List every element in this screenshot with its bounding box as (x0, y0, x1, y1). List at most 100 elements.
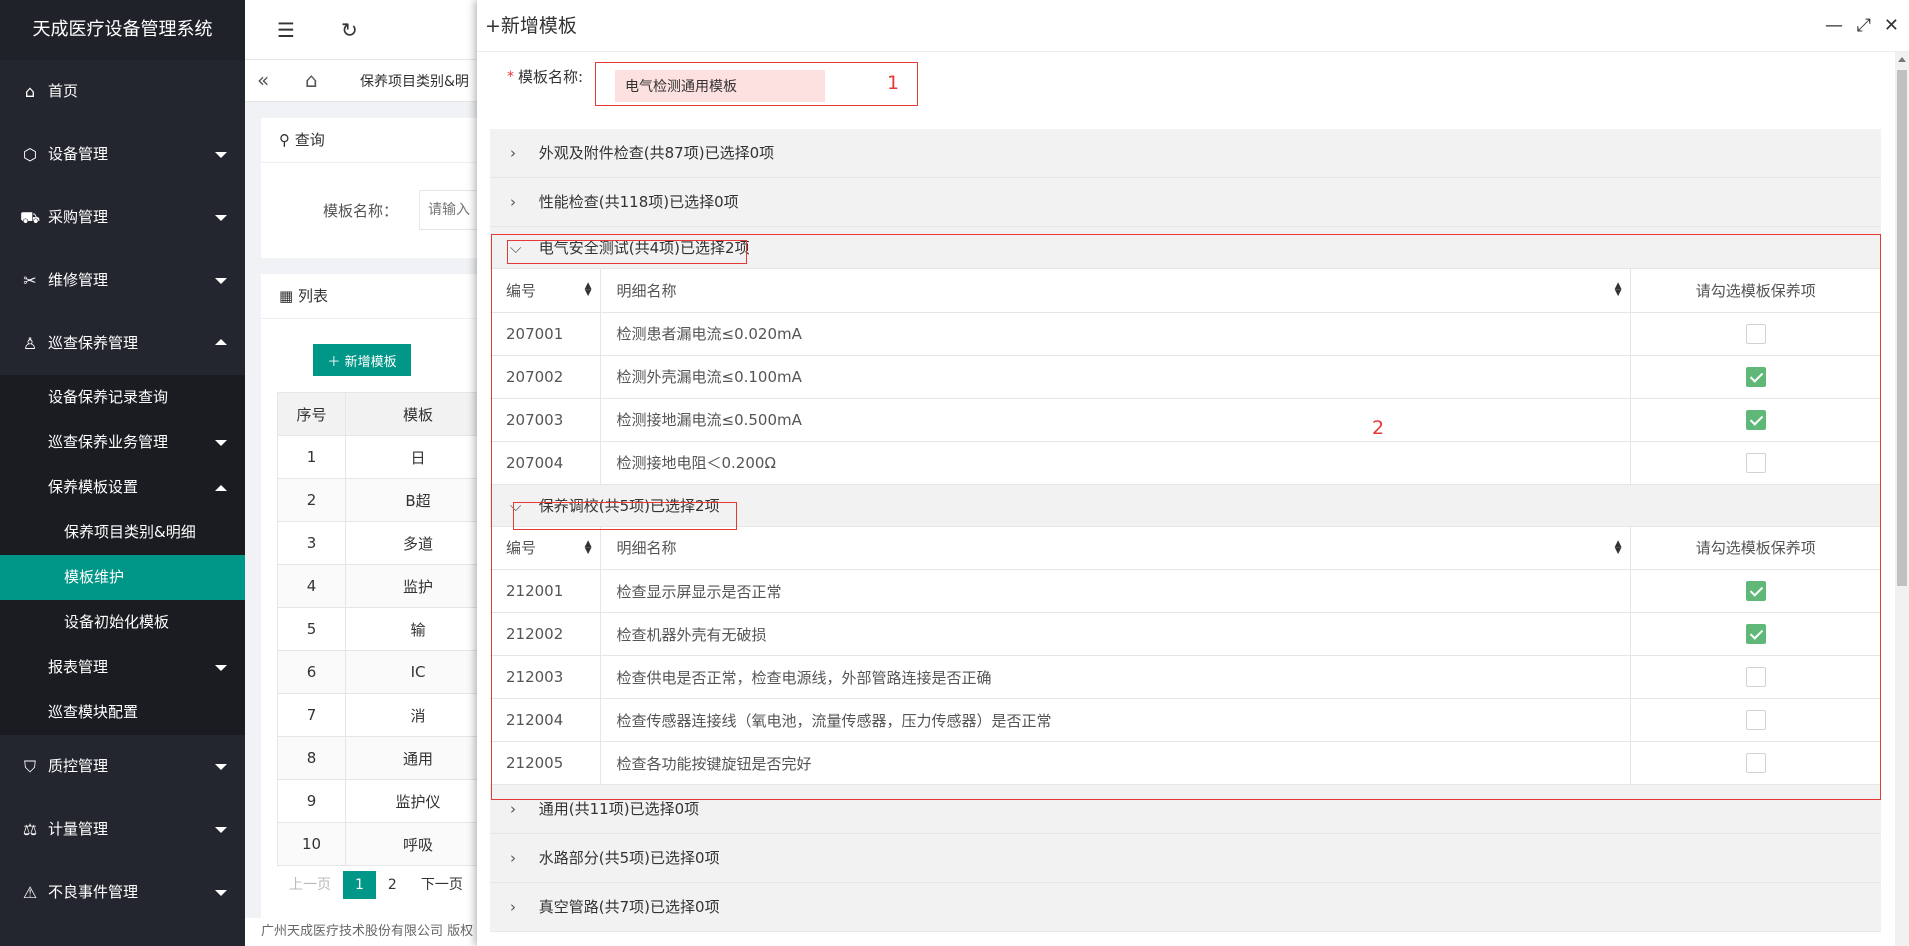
chevron-down-icon (215, 278, 227, 284)
sidebar-item-report[interactable]: 报表管理 (0, 645, 245, 690)
row-no: 8 (276, 736, 347, 780)
plus-icon: ＋ (327, 354, 341, 370)
inspection-submenu: 设备保养记录查询 巡查保养业务管理 保养模板设置 保养项目类别&明细 模板维护 … (0, 375, 245, 735)
minimize-icon[interactable]: — (1825, 0, 1843, 52)
row-name: 监护仪 (345, 779, 491, 823)
section-vacuum-header[interactable]: › 真空管路(共7项)已选择0项 (490, 883, 1881, 932)
sidebar-item-adverse[interactable]: ⚠ 不良事件管理 (0, 861, 245, 924)
query-card-title: ⚲ 查询 (261, 118, 491, 163)
row-no: 6 (276, 650, 347, 694)
row-no: 10 (276, 822, 347, 866)
chevron-right-icon: › (510, 849, 516, 867)
chevron-down-icon (215, 827, 227, 833)
table-row[interactable]: 4 监护 (276, 564, 491, 608)
scroll-up-icon[interactable] (1898, 57, 1906, 62)
table-row[interactable]: 6 IC (276, 650, 491, 694)
table-icon: ▦ (279, 287, 294, 305)
sidebar-item-label: 保养模板设置 (48, 478, 139, 496)
cart-icon: ⛟ (20, 208, 41, 227)
sidebar-item-inspection[interactable]: ♙ 巡查保养管理 (0, 312, 245, 375)
tools-icon: ✂ (23, 271, 37, 290)
sidebar-item-label: 报表管理 (48, 658, 109, 676)
row-no: 9 (276, 779, 347, 823)
prev-page-button[interactable]: 上一页 (277, 871, 343, 899)
add-template-button[interactable]: ＋ 新增模板 (313, 344, 411, 376)
chevron-up-icon (215, 485, 227, 491)
row-no: 5 (276, 607, 347, 651)
row-name: 日 (345, 435, 491, 479)
page-1-button[interactable]: 1 (343, 871, 376, 899)
sidebar-item-module-config[interactable]: 巡查模块配置 (0, 690, 245, 735)
query-label: 模板名称： (323, 202, 399, 220)
sidebar-item-repair[interactable]: ✂ 维修管理 (0, 249, 245, 312)
row-name: 多道 (345, 521, 491, 565)
maximize-icon[interactable]: ⤢ (1857, 0, 1871, 52)
sidebar-item-home[interactable]: ⌂ 首页 (0, 60, 245, 123)
sidebar-item-record-query[interactable]: 设备保养记录查询 (0, 375, 245, 420)
row-name: IC (345, 650, 491, 694)
tab-current[interactable]: 保养项目类别&明 (360, 71, 469, 91)
scrollbar-thumb[interactable] (1897, 70, 1907, 586)
sidebar: 天成医疗设备管理系统 ⌂ 首页 ⬡ 设备管理 ⛟ 采购管理 ✂ 维修管理 ♙ 巡… (0, 0, 245, 946)
modal-scrollbar[interactable] (1895, 52, 1909, 946)
sidebar-item-category-detail[interactable]: 保养项目类别&明细 (0, 510, 245, 555)
tab-scroll-left-icon[interactable]: « (257, 68, 269, 92)
chevron-down-icon (215, 440, 227, 446)
page-2-button[interactable]: 2 (376, 871, 409, 899)
footer-copyright: 广州天成医疗技术股份有限公司 版权 (245, 918, 485, 946)
sidebar-item-label: 维修管理 (48, 271, 109, 289)
table-row[interactable]: 5输 (276, 607, 491, 651)
person-icon: ♙ (22, 334, 38, 353)
row-no: 2 (276, 478, 347, 522)
sidebar-item-label: 设备管理 (48, 145, 109, 163)
sidebar-item-qc[interactable]: ⛉ 质控管理 (0, 735, 245, 798)
sidebar-item-label: 首页 (48, 82, 79, 100)
modal-header: +新增模板 — ⤢ ✕ (477, 0, 1909, 52)
col-header-name: 模板 (345, 392, 491, 436)
section-appearance-header[interactable]: › 外观及附件检查(共87项)已选择0项 (490, 129, 1881, 178)
template-name-input[interactable] (615, 70, 825, 102)
list-card-title: ▦ 列表 (261, 274, 491, 319)
chevron-down-icon (215, 152, 227, 158)
query-card: ⚲ 查询 模板名称： (261, 118, 499, 258)
close-icon[interactable]: ✕ (1884, 0, 1899, 52)
sidebar-item-business[interactable]: 巡查保养业务管理 (0, 420, 245, 465)
row-name: 消 (345, 693, 491, 737)
sidebar-item-label: 计量管理 (48, 820, 109, 838)
pagination: 上一页 1 2 下一页 (277, 870, 475, 900)
chevron-down-icon (215, 764, 227, 770)
sidebar-item-device-init[interactable]: 设备初始化模板 (0, 600, 245, 645)
sidebar-item-label: 不良事件管理 (48, 883, 139, 901)
sidebar-item-devices[interactable]: ⬡ 设备管理 (0, 123, 245, 186)
chevron-down-icon (215, 215, 227, 221)
modal-title: +新增模板 (485, 15, 577, 37)
sidebar-item-purchase[interactable]: ⛟ 采购管理 (0, 186, 245, 249)
sidebar-item-metering[interactable]: ⚖ 计量管理 (0, 798, 245, 861)
sidebar-item-label: 采购管理 (48, 208, 109, 226)
row-name: 输 (345, 607, 491, 651)
section-water-header[interactable]: › 水路部分(共5项)已选择0项 (490, 834, 1881, 883)
shield-check-icon: ⛉ (23, 757, 36, 776)
refresh-icon[interactable]: ↻ (341, 18, 358, 42)
table-row[interactable]: 8 通用 (276, 736, 491, 780)
next-page-button[interactable]: 下一页 (409, 871, 475, 899)
table-row[interactable]: 3 多道 (276, 521, 491, 565)
home-icon: ⌂ (24, 82, 36, 101)
section-performance-header[interactable]: › 性能检查(共118项)已选择0项 (490, 178, 1881, 227)
add-template-modal: +新增模板 — ⤢ ✕ * 模板名称: 1 › 外观及附件检查(共87项)已选择… (477, 0, 1909, 946)
table-row[interactable]: 1日 (276, 435, 491, 479)
sidebar-item-template-maint[interactable]: 模板维护 (0, 555, 245, 600)
table-row[interactable]: 9 监护仪 (276, 779, 491, 823)
sidebar-item-template-settings[interactable]: 保养模板设置 (0, 465, 245, 510)
sidebar-item-label: 质控管理 (48, 757, 109, 775)
table-row[interactable]: 2 B超 (276, 478, 491, 522)
chevron-right-icon: › (510, 193, 516, 211)
section-title: 外观及附件检查(共87项)已选择0项 (538, 144, 775, 162)
table-row[interactable]: 10 呼吸 (276, 822, 491, 866)
warning-icon: ⚠ (22, 883, 38, 902)
chevron-right-icon: › (510, 144, 516, 162)
table-row[interactable]: 7消 (276, 693, 491, 737)
home-tab-icon[interactable]: ⌂ (305, 68, 318, 92)
annotation-box-calibration-header (513, 502, 737, 530)
menu-toggle-icon[interactable]: ☰ (277, 18, 295, 42)
